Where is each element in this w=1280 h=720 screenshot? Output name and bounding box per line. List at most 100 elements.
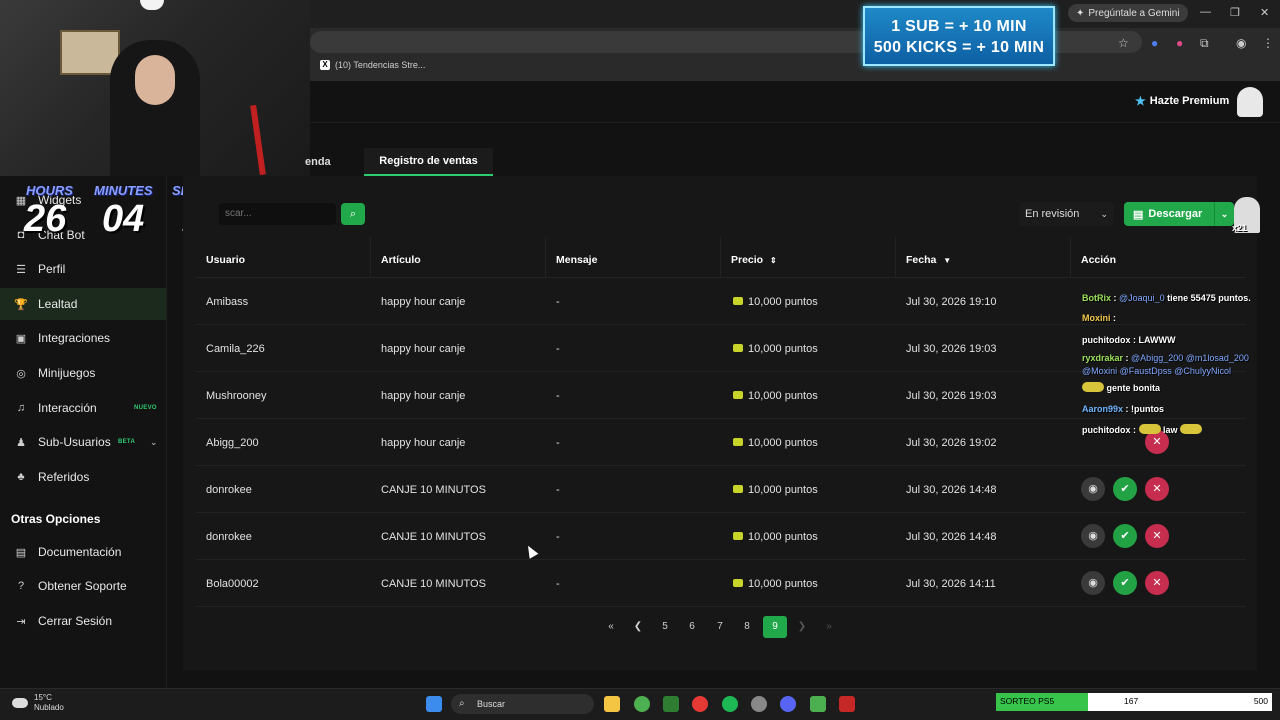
reject-button[interactable]: ✕: [1145, 571, 1169, 595]
chat-username: BotRix: [1082, 293, 1111, 303]
page-button[interactable]: 5: [653, 616, 677, 638]
extension-icon[interactable]: ●: [1151, 36, 1158, 50]
sidebar-item-referidos[interactable]: ♣ Referidos: [0, 461, 166, 493]
cell-item: CANJE 10 MINUTOS: [381, 484, 486, 496]
restore-icon[interactable]: ❐: [1230, 6, 1240, 19]
sidebar-item-documentacion[interactable]: ▤ Documentación: [0, 536, 166, 568]
banner-line: 1 SUB = + 10 MIN: [891, 18, 1027, 35]
sparkle-icon: ✦: [1076, 7, 1085, 19]
discord-icon[interactable]: [780, 696, 796, 712]
avatar-badge: x21: [1232, 223, 1248, 233]
profile-icon[interactable]: ◉: [1236, 36, 1246, 50]
search-icon: ⌕: [349, 208, 357, 220]
puzzle-icon[interactable]: ⧉: [1200, 36, 1209, 51]
sidebar-item-minijuegos[interactable]: ◎ Minijuegos: [0, 357, 166, 389]
cell-user: Amibass: [206, 296, 249, 308]
minecraft-icon[interactable]: [663, 696, 679, 712]
chat-mention: @Joaqui_0: [1119, 293, 1165, 303]
approve-button[interactable]: ✔: [1113, 477, 1137, 501]
steam-icon[interactable]: [751, 696, 767, 712]
sidebar-item-integraciones[interactable]: ▣ Integraciones: [0, 322, 166, 354]
double-chevron-right-icon: »: [826, 621, 832, 632]
chevron-down-icon[interactable]: ⌄: [150, 437, 158, 448]
page-button[interactable]: 8: [735, 616, 759, 638]
page-button[interactable]: 7: [708, 616, 732, 638]
timer-hours-label: HOURS: [26, 183, 73, 198]
view-button[interactable]: ◉: [1081, 524, 1105, 548]
cell-price: 10,000 puntos: [733, 484, 818, 496]
view-button[interactable]: ◉: [1081, 571, 1105, 595]
price-value: 10,000 puntos: [748, 343, 818, 355]
chrome-icon[interactable]: [634, 696, 650, 712]
taskbar-search[interactable]: ⌕ Buscar: [451, 694, 594, 714]
section-title: Otras Opciones: [11, 512, 101, 526]
download-button[interactable]: ▤ Descargar ⌄: [1124, 202, 1234, 226]
last-page-button[interactable]: »: [817, 616, 841, 638]
prev-page-button[interactable]: ❮: [626, 616, 650, 638]
sidebar-item-perfil[interactable]: ☰ Perfil: [0, 253, 166, 285]
tab-registro-ventas[interactable]: Registro de ventas: [364, 148, 493, 176]
reject-button[interactable]: ✕: [1145, 477, 1169, 501]
approve-button[interactable]: ✔: [1113, 571, 1137, 595]
kebab-menu-icon[interactable]: ⋮: [1262, 36, 1274, 50]
bookmark-item[interactable]: X (10) Tendencias Stre...: [320, 60, 425, 70]
column-header-usuario[interactable]: Usuario: [206, 254, 245, 266]
chat-message: Aaron99x : !puntos: [1082, 404, 1165, 414]
banner-line: 500 KICKS = + 10 MIN: [873, 39, 1045, 56]
gemini-label: Pregúntale a Gemini: [1088, 7, 1180, 19]
cell-price: 10,000 puntos: [733, 578, 818, 590]
tab-tienda[interactable]: enda: [305, 156, 331, 168]
status-filter-value: En revisión: [1025, 208, 1080, 220]
app-icon[interactable]: [839, 696, 855, 712]
chevron-down-icon[interactable]: ⌄: [1214, 202, 1234, 226]
windows-start-icon[interactable]: [426, 696, 442, 712]
sidebar-item-soporte[interactable]: ? Obtener Soporte: [0, 570, 166, 602]
close-icon[interactable]: ✕: [1260, 6, 1269, 19]
gemini-button[interactable]: ✦ Pregúntale a Gemini: [1068, 4, 1188, 22]
cell-message: -: [556, 578, 560, 590]
column-header-mensaje[interactable]: Mensaje: [556, 254, 597, 266]
premium-link[interactable]: ★ Hazte Premium: [1135, 94, 1229, 108]
eye-icon: ◉: [1088, 483, 1098, 495]
bookmark-star-icon[interactable]: ☆: [1118, 36, 1129, 50]
close-icon: ✕: [1152, 483, 1162, 495]
logout-icon: ⇥: [16, 615, 26, 628]
view-button[interactable]: ◉: [1081, 477, 1105, 501]
sidebar-item-lealtad[interactable]: 🏆 Lealtad: [0, 288, 166, 320]
search-icon: ⌕: [459, 698, 465, 709]
page-button-active[interactable]: 9: [763, 616, 787, 638]
sidebar-item-interaccion[interactable]: ♫ Interacción NUEVO: [0, 392, 166, 424]
cell-item: CANJE 10 MINUTOS: [381, 578, 486, 590]
status-filter-select[interactable]: En revisión ⌄: [1019, 202, 1114, 226]
column-header-articulo[interactable]: Artículo: [381, 254, 421, 266]
first-page-button[interactable]: «: [599, 616, 623, 638]
minimize-icon[interactable]: —: [1200, 6, 1211, 18]
reject-button[interactable]: ✕: [1145, 524, 1169, 548]
price-value: 10,000 puntos: [748, 531, 818, 543]
weather-widget[interactable]: 15°C Nublado: [12, 693, 64, 713]
opera-icon[interactable]: [692, 696, 708, 712]
plug-icon: ▣: [15, 332, 27, 345]
sidebar-item-label: Minijuegos: [38, 366, 96, 380]
approve-button[interactable]: ✔: [1113, 524, 1137, 548]
sidebar-item-sub-usuarios[interactable]: ♟ Sub-Usuarios BETA ⌄: [0, 426, 166, 458]
extension-icon[interactable]: ●: [1176, 36, 1183, 50]
avatar[interactable]: [1237, 87, 1263, 117]
folder-icon[interactable]: [604, 696, 620, 712]
search-input[interactable]: [219, 203, 336, 225]
app-icon[interactable]: [810, 696, 826, 712]
spotify-icon[interactable]: [722, 696, 738, 712]
column-header-precio[interactable]: Precio ⇕: [731, 254, 777, 266]
doc-icon: ▤: [15, 546, 27, 559]
users-icon: ♟: [16, 436, 26, 449]
temperature: 15°C: [34, 693, 52, 702]
chevron-down-icon: ⌄: [1100, 209, 1108, 219]
page-button[interactable]: 6: [680, 616, 704, 638]
sidebar-item-cerrar-sesion[interactable]: ⇥ Cerrar Sesión: [0, 605, 166, 637]
next-page-button[interactable]: ❯: [790, 616, 814, 638]
search-button[interactable]: ⌕: [341, 203, 365, 225]
column-header-fecha[interactable]: Fecha ▼: [906, 254, 951, 266]
check-icon: ✔: [1120, 483, 1130, 495]
chevron-right-icon: ❯: [797, 621, 807, 632]
chat-message: BotRix : @Joaqui_0 tiene 55475 puntos.: [1082, 293, 1251, 303]
